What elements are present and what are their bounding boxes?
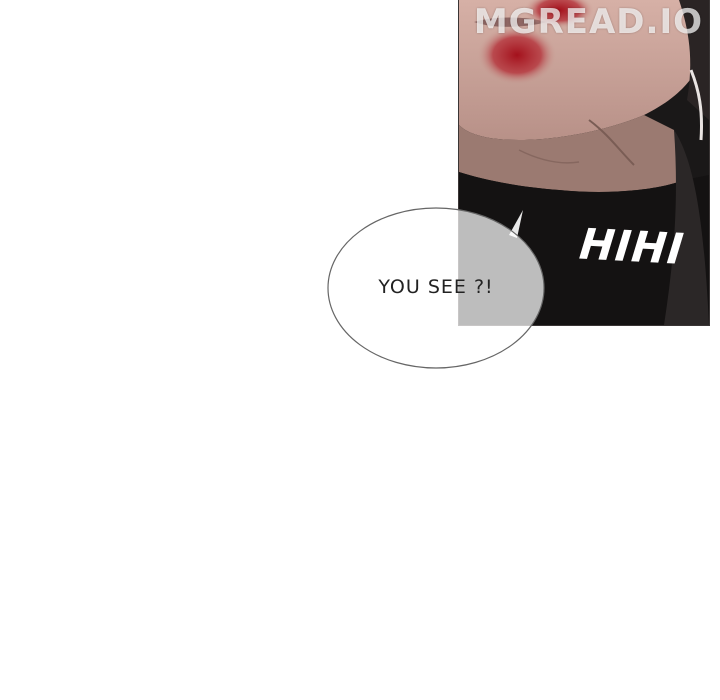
- watermark-text: MGREAD.IO: [473, 2, 703, 42]
- speech-bubble: YOU SEE ?!: [326, 206, 546, 370]
- sound-effect-text: HIHI: [572, 219, 692, 274]
- speech-bubble-text: YOU SEE ?!: [378, 276, 494, 298]
